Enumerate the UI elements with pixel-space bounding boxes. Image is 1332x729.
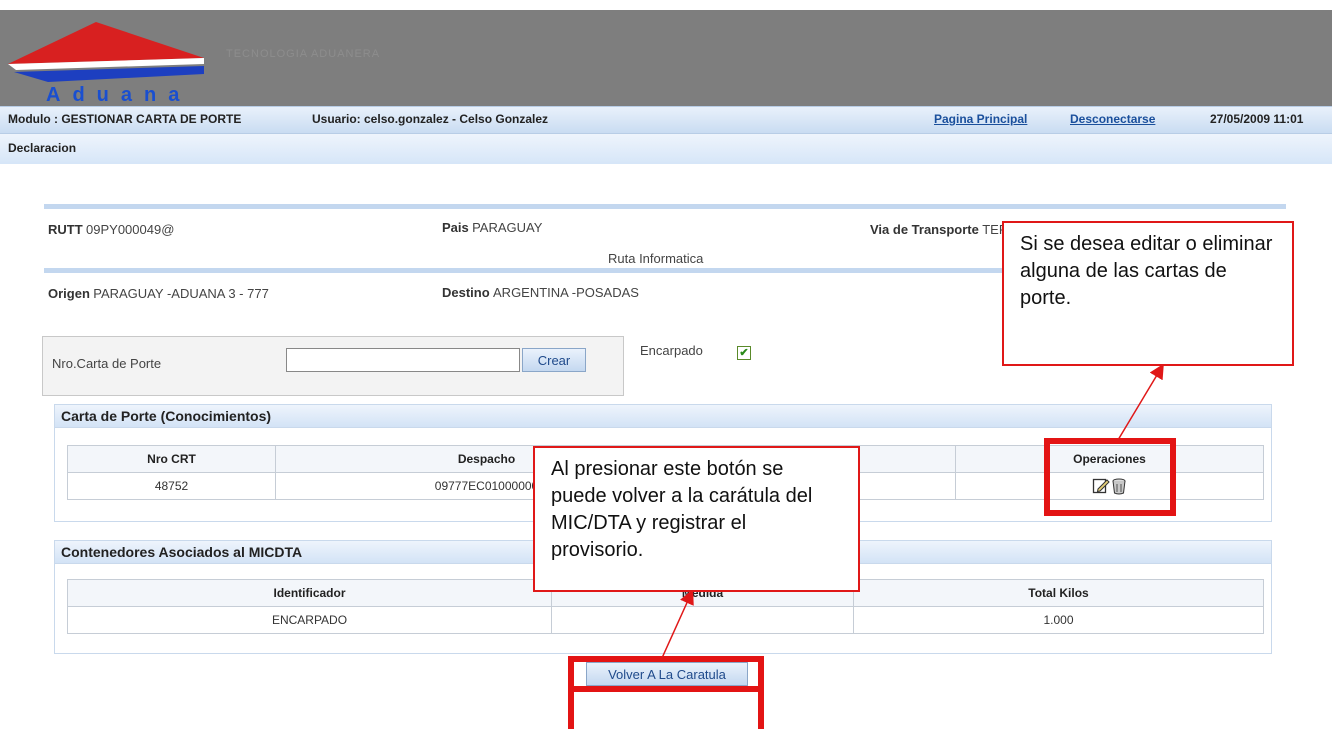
- volver-callout: Al presionar este botón se puede volver …: [533, 446, 860, 592]
- arrow-to-edit-callout: [1117, 363, 1164, 441]
- edit-callout: Si se desea editar o eliminar alguna de …: [1002, 221, 1294, 366]
- arrow-to-volver-callout: [661, 589, 694, 659]
